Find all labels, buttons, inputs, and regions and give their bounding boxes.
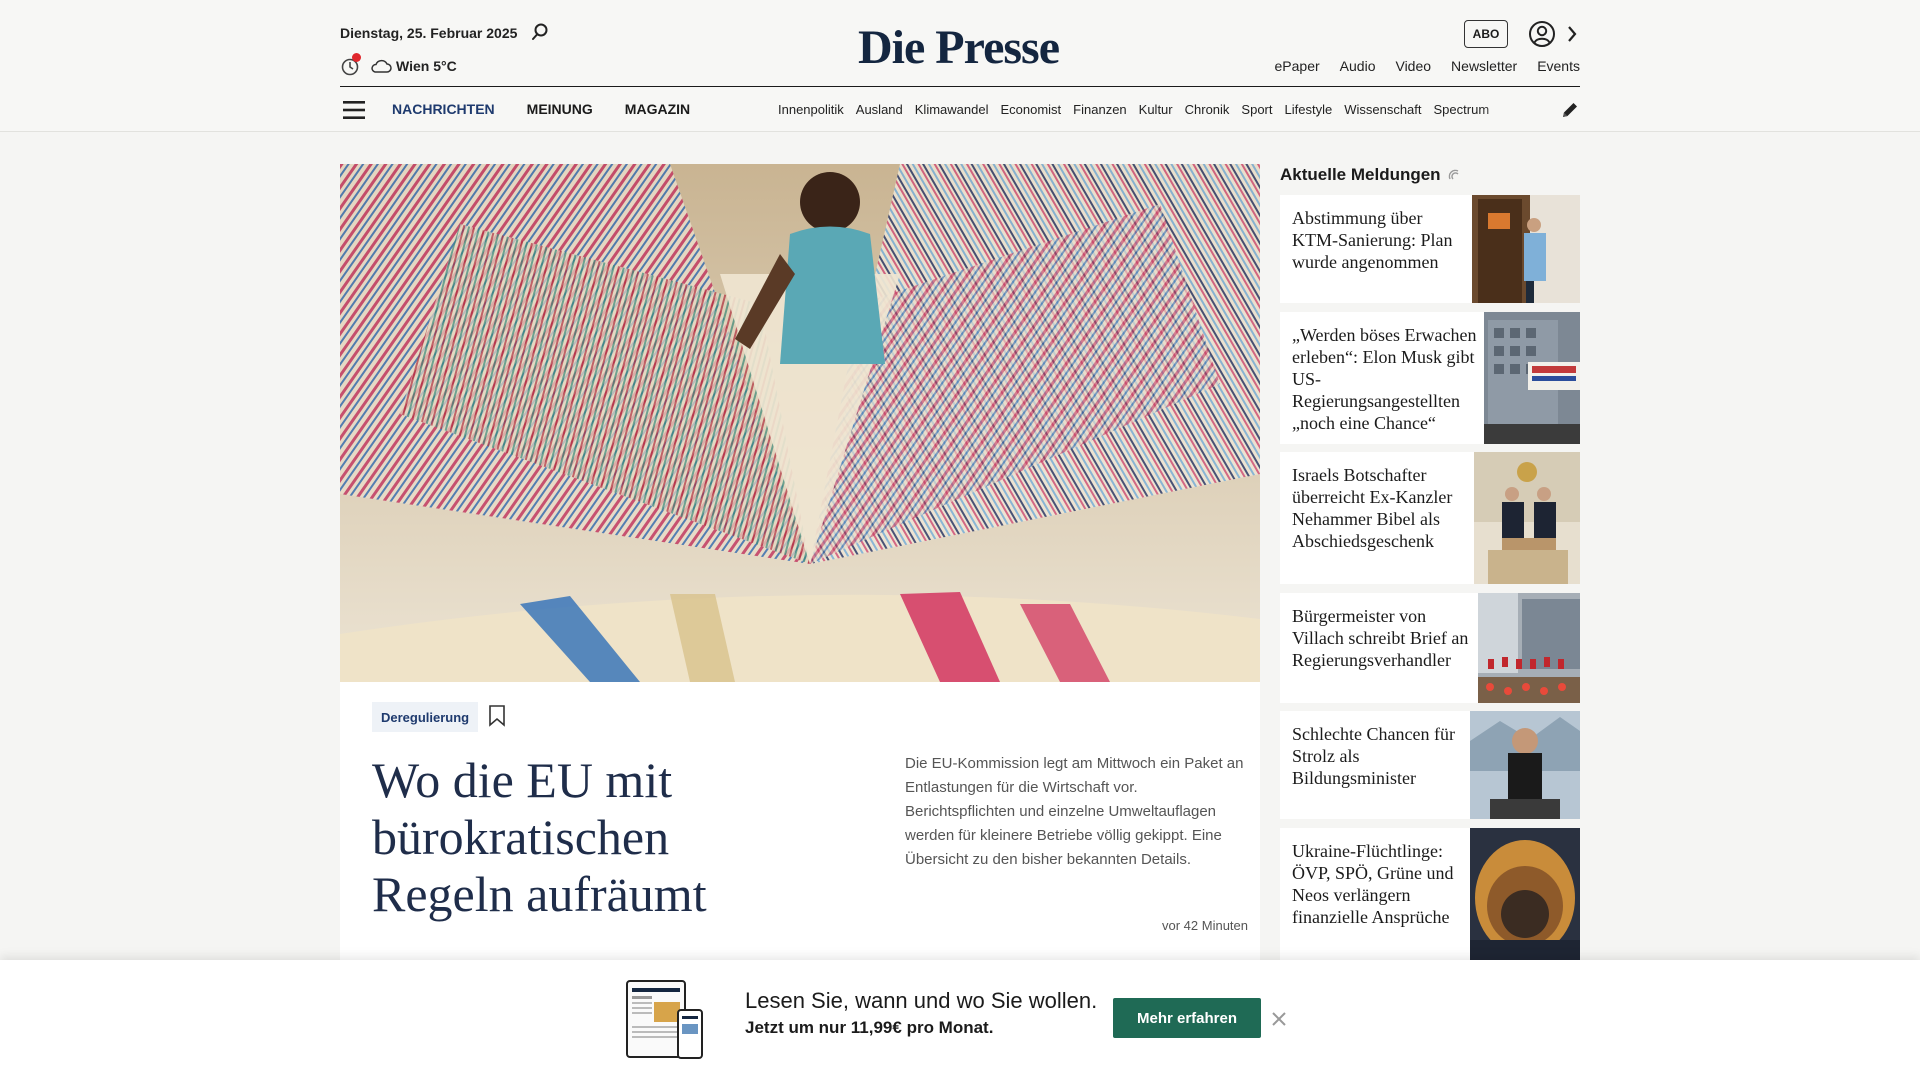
weather-widget: Wien 5°C bbox=[340, 53, 457, 76]
link-audio[interactable]: Audio bbox=[1340, 58, 1376, 74]
news-thumbnail bbox=[1472, 195, 1580, 303]
news-item[interactable]: „Werden böses Erwachen erleben“: Elon Mu… bbox=[1280, 312, 1580, 444]
site-logo[interactable]: Die Presse bbox=[858, 20, 1060, 75]
hero-image[interactable] bbox=[340, 164, 1260, 682]
section-lifestyle[interactable]: Lifestyle bbox=[1285, 102, 1333, 117]
section-spectrum[interactable]: Spectrum bbox=[1434, 102, 1490, 117]
chevron-right-icon[interactable] bbox=[1564, 22, 1580, 46]
hero-timestamp: vor 42 Minuten bbox=[1162, 918, 1248, 933]
link-newsletter[interactable]: Newsletter bbox=[1451, 58, 1517, 74]
link-epaper[interactable]: ePaper bbox=[1275, 58, 1320, 74]
tablet-phone-illustration bbox=[626, 980, 703, 1059]
news-thumbnail bbox=[1470, 711, 1580, 819]
sidebar-title: Aktuelle Meldungen bbox=[1280, 165, 1461, 185]
header-divider bbox=[340, 86, 1580, 87]
section-nav: Innenpolitik Ausland Klimawandel Economi… bbox=[778, 102, 1540, 117]
search-icon[interactable] bbox=[530, 22, 550, 42]
nav-meinung[interactable]: MEINUNG bbox=[527, 101, 593, 117]
banner-headline: Lesen Sie, wann und wo Sie wollen. bbox=[745, 988, 1098, 1013]
section-kultur[interactable]: Kultur bbox=[1139, 102, 1173, 117]
news-item-title: „Werden böses Erwachen erleben“: Elon Mu… bbox=[1292, 325, 1477, 433]
news-thumbnail bbox=[1478, 593, 1580, 703]
main-nav: NACHRICHTEN MEINUNG MAGAZIN bbox=[392, 101, 690, 117]
notification-bell-icon[interactable] bbox=[340, 53, 361, 76]
news-thumbnail bbox=[1474, 452, 1580, 584]
news-item-title: Ukraine-Flüchtlinge: ÖVP, SPÖ, Grüne und… bbox=[1292, 841, 1454, 927]
top-links: ePaper Audio Video Newsletter Events bbox=[1275, 58, 1580, 74]
section-sport[interactable]: Sport bbox=[1241, 102, 1272, 117]
mehr-erfahren-button[interactable]: Mehr erfahren bbox=[1113, 998, 1261, 1038]
link-events[interactable]: Events bbox=[1537, 58, 1580, 74]
nav-nachrichten[interactable]: NACHRICHTEN bbox=[392, 101, 495, 117]
sidebar-title-label: Aktuelle Meldungen bbox=[1280, 165, 1441, 184]
news-item[interactable]: Schlechte Chancen für Strolz als Bildung… bbox=[1280, 711, 1580, 819]
news-item-title: Abstimmung über KTM-Sanierung: Plan wurd… bbox=[1292, 208, 1453, 272]
section-innenpolitik[interactable]: Innenpolitik bbox=[778, 102, 844, 117]
section-ausland[interactable]: Ausland bbox=[856, 102, 903, 117]
hero-photo-textiles bbox=[340, 164, 1260, 682]
section-chronik[interactable]: Chronik bbox=[1185, 102, 1230, 117]
news-item[interactable]: Israels Botschafter überreicht Ex-Kanzle… bbox=[1280, 452, 1580, 584]
section-klimawandel[interactable]: Klimawandel bbox=[915, 102, 989, 117]
close-icon[interactable] bbox=[1270, 1010, 1288, 1028]
news-thumbnail bbox=[1470, 828, 1580, 960]
user-account-icon[interactable] bbox=[1528, 20, 1556, 48]
bookmark-icon[interactable] bbox=[488, 704, 506, 728]
subscription-banner: Lesen Sie, wann und wo Sie wollen. Jetzt… bbox=[0, 960, 1920, 1080]
link-video[interactable]: Video bbox=[1395, 58, 1431, 74]
news-item-title: Schlechte Chancen für Strolz als Bildung… bbox=[1292, 724, 1455, 788]
banner-subline: Jetzt um nur 11,99€ pro Monat. bbox=[745, 1018, 994, 1037]
news-item-title: Israels Botschafter überreicht Ex-Kanzle… bbox=[1292, 465, 1453, 551]
news-item-title: Bürgermeister von Villach schreibt Brief… bbox=[1292, 606, 1469, 670]
news-item[interactable]: Bürgermeister von Villach schreibt Brief… bbox=[1280, 593, 1580, 703]
section-economist[interactable]: Economist bbox=[1000, 102, 1061, 117]
cloud-icon bbox=[371, 59, 392, 73]
nav-magazin[interactable]: MAGAZIN bbox=[625, 101, 690, 117]
hero-teaser: Die EU-Kommission legt am Mittwoch ein P… bbox=[905, 755, 1244, 868]
abo-button[interactable]: ABO bbox=[1464, 20, 1508, 48]
hero-article-card: Deregulierung Wo die EU mit bürokratisch… bbox=[340, 682, 1260, 962]
topic-tag[interactable]: Deregulierung bbox=[372, 702, 479, 732]
notification-dot bbox=[352, 53, 361, 62]
live-pulse-icon bbox=[1448, 169, 1459, 180]
section-wissenschaft[interactable]: Wissenschaft bbox=[1344, 102, 1421, 117]
current-date: Dienstag, 25. Februar 2025 bbox=[340, 25, 518, 41]
section-finanzen[interactable]: Finanzen bbox=[1073, 102, 1126, 117]
pencil-icon[interactable] bbox=[1560, 100, 1580, 120]
site-header: Dienstag, 25. Februar 2025 Wien 5°C Die … bbox=[0, 0, 1920, 132]
hamburger-menu-icon[interactable] bbox=[343, 100, 367, 120]
news-item[interactable]: Ukraine-Flüchtlinge: ÖVP, SPÖ, Grüne und… bbox=[1280, 828, 1580, 960]
news-thumbnail bbox=[1484, 312, 1580, 444]
news-item[interactable]: Abstimmung über KTM-Sanierung: Plan wurd… bbox=[1280, 195, 1580, 303]
hero-headline[interactable]: Wo die EU mit bürokratischen Regeln aufr… bbox=[372, 752, 812, 923]
weather-label: Wien 5°C bbox=[396, 58, 457, 74]
